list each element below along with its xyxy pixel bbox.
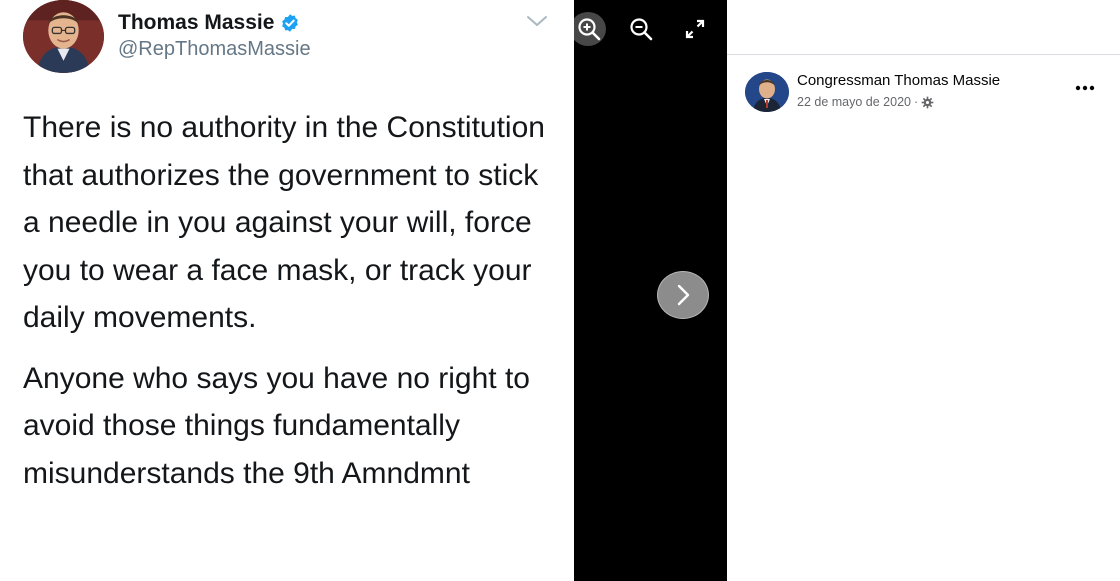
- tweet-author-name[interactable]: Thomas Massie: [118, 11, 274, 35]
- tweet-screenshot: Thomas Massie @RepThomasMassie There is …: [0, 0, 574, 581]
- post-side-panel: Congressman Thomas Massie 22 de mayo de …: [727, 0, 1120, 581]
- tweet-text: There is no authority in the Constitutio…: [23, 104, 563, 510]
- fullscreen-button[interactable]: [680, 14, 710, 44]
- avatar-image: [745, 72, 789, 112]
- chevron-right-icon: [677, 284, 690, 306]
- post-author-name[interactable]: Congressman Thomas Massie: [797, 72, 1000, 89]
- tweet-avatar-image: [23, 0, 104, 73]
- tweet-avatar: [23, 0, 104, 73]
- divider: [727, 54, 1120, 55]
- zoom-out-button[interactable]: [626, 14, 656, 44]
- post-meta: 22 de mayo de 2020 ·: [797, 94, 934, 110]
- tweet-handle[interactable]: @RepThomasMassie: [118, 38, 311, 61]
- tweet-paragraph: There is no authority in the Constitutio…: [23, 111, 545, 334]
- verified-badge-icon: [282, 14, 299, 32]
- post-options-button[interactable]: [1073, 80, 1097, 96]
- more-dots-icon: [1075, 85, 1095, 91]
- tweet-author-row: Thomas Massie: [118, 10, 300, 36]
- zoom-out-icon: [630, 18, 653, 41]
- zoom-in-button[interactable]: [570, 12, 606, 46]
- photo-viewer-stage: [570, 0, 727, 581]
- zoom-in-icon: [578, 18, 601, 41]
- chevron-down-icon[interactable]: [526, 14, 548, 28]
- next-photo-button[interactable]: [657, 271, 709, 319]
- meta-separator: ·: [913, 95, 919, 109]
- expand-icon: [685, 19, 705, 39]
- tweet-paragraph: Anyone who says you have no right to avo…: [23, 361, 530, 490]
- post-author-avatar[interactable]: [745, 72, 789, 112]
- gear-icon[interactable]: [921, 96, 934, 109]
- post-date[interactable]: 22 de mayo de 2020: [797, 95, 911, 109]
